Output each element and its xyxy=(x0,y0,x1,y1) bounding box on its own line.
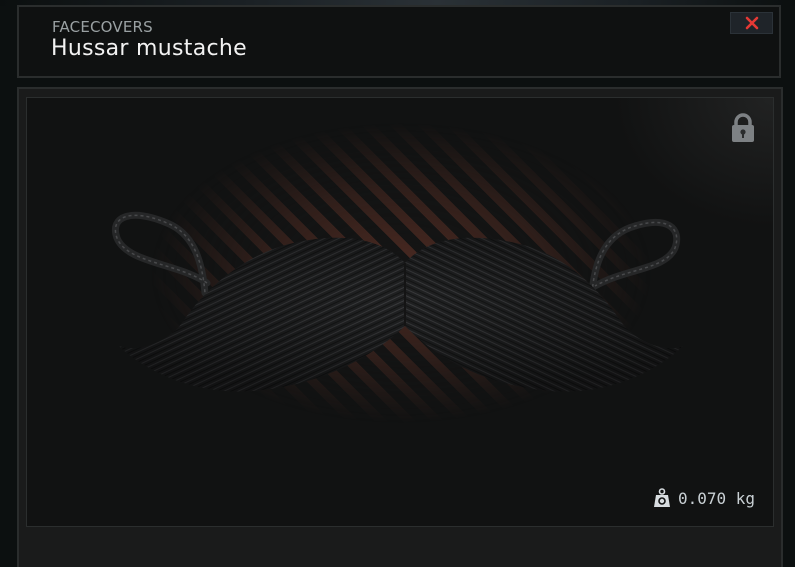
weight-value: 0.070 kg xyxy=(677,488,755,508)
item-category: FACECOVERS xyxy=(52,18,153,36)
padlock-icon xyxy=(732,113,754,142)
weight-icon xyxy=(653,488,670,507)
close-button[interactable] xyxy=(730,12,773,34)
item-title: Hussar mustache xyxy=(51,36,247,61)
close-icon xyxy=(745,16,758,30)
item-preview: 0.070 kg xyxy=(26,97,774,527)
item-weight: 0.070 kg xyxy=(653,488,755,508)
mustache-image xyxy=(112,211,683,392)
item-header: FACECOVERS Hussar mustache xyxy=(17,5,781,78)
